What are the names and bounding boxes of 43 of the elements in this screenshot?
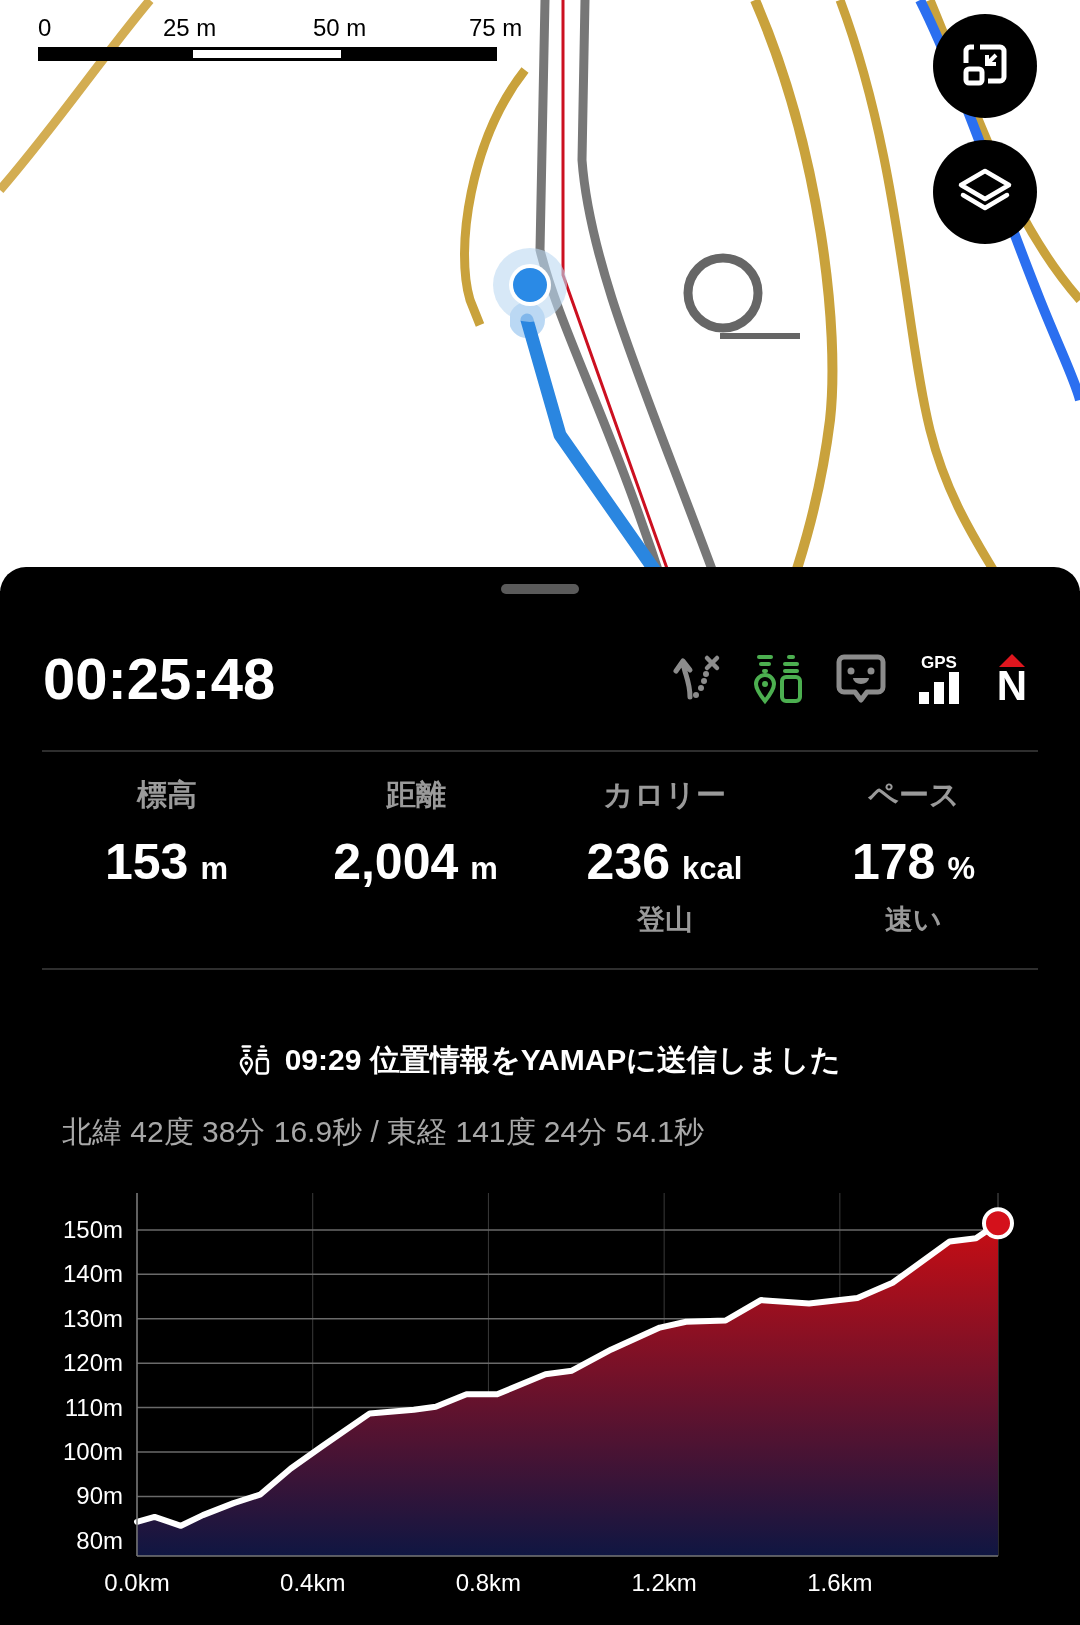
chat-face-icon[interactable]	[836, 653, 886, 705]
signal-bars-icon	[918, 672, 960, 704]
drag-handle[interactable]	[501, 584, 579, 594]
sent-status-message: 09:29 位置情報をYAMAPに送信しました	[284, 1042, 842, 1078]
y-axis-label: 120m	[62, 1349, 123, 1377]
current-position-dot	[982, 1207, 1014, 1240]
y-axis-label: 150m	[62, 1215, 123, 1243]
x-axis-label: 0.8km	[455, 1569, 522, 1596]
stat-unit: m	[470, 850, 498, 888]
stat-note: 登山	[636, 903, 693, 937]
scale-label: 0	[38, 14, 52, 42]
stat-label: 距離	[385, 777, 446, 813]
gps-label: GPS	[921, 654, 957, 672]
north-arrow-icon	[998, 653, 1026, 667]
stat-unit: kcal	[682, 850, 743, 888]
stat-note: 速い	[885, 903, 942, 937]
x-axis-label: 0.4km	[280, 1569, 346, 1596]
stat-label: ペース	[867, 777, 960, 813]
scale-label: 75 m	[469, 14, 523, 42]
y-axis-label: 80m	[76, 1526, 123, 1554]
y-axis-label: 140m	[62, 1260, 123, 1288]
x-axis-label: 1.6km	[807, 1569, 873, 1596]
scale-label: 25 m	[163, 14, 217, 42]
stat-value: 153	[105, 834, 189, 890]
y-axis-label: 100m	[62, 1438, 123, 1466]
y-axis-label: 130m	[62, 1304, 123, 1332]
stat-unit: %	[947, 850, 975, 888]
location-share-icon[interactable]	[753, 653, 805, 705]
elapsed-timer: 00:25:48	[43, 645, 276, 713]
scale-label: 50 m	[313, 14, 367, 42]
compass-north-label: N	[996, 667, 1028, 705]
y-axis-label: 110m	[64, 1393, 123, 1421]
coordinates-text: 北緯 42度 38分 16.9秒 / 東経 141度 24分 54.1秒	[61, 1114, 705, 1150]
stat-label: カロリー	[603, 777, 726, 813]
x-axis-label: 1.2km	[631, 1569, 697, 1596]
location-share-icon	[238, 1043, 271, 1077]
stat-label: 標高	[136, 777, 197, 813]
stat-value: 178	[852, 834, 936, 890]
y-axis-label: 90m	[76, 1482, 123, 1510]
stat-value: 236	[586, 834, 671, 890]
stat-unit: m	[200, 850, 228, 888]
x-axis-label: 0.0km	[104, 1569, 170, 1596]
stat-value: 2,004	[333, 834, 459, 890]
